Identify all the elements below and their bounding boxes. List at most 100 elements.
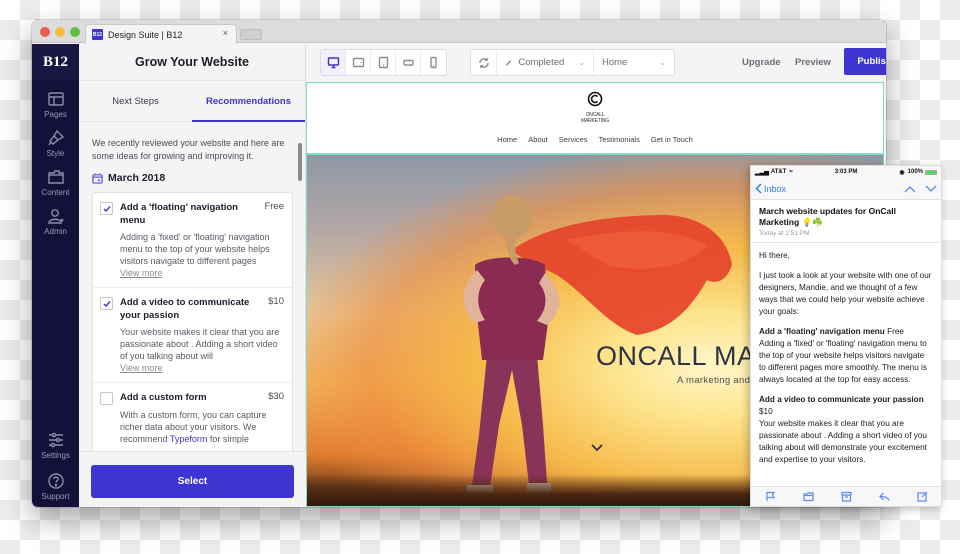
window-minimize-button[interactable]: [55, 27, 65, 37]
month-heading: March 2018: [92, 172, 293, 184]
logo-line-2: MARKETING: [581, 118, 609, 124]
archive-icon[interactable]: [840, 491, 852, 502]
panel-tabs: Next Steps Recommendations: [79, 81, 305, 122]
email-item-price: $10: [759, 407, 773, 416]
status-value: Completed: [518, 57, 565, 68]
inbox-back-button[interactable]: Inbox: [755, 183, 786, 194]
ios-nav-bar: Inbox: [751, 178, 941, 200]
site-nav-services[interactable]: Services: [559, 135, 588, 144]
editor-toolbar: Completed ⌄ Home ⌄ Upgrade Preview Publi…: [306, 44, 886, 82]
recommendations-list[interactable]: We recently reviewed your website and he…: [79, 124, 306, 451]
recommendation-title: Add a 'floating' navigation menu: [120, 202, 238, 226]
rail-item-admin[interactable]: Admin: [32, 207, 79, 236]
device-phone-portrait-button[interactable]: [421, 50, 446, 75]
pencil-icon: [506, 59, 512, 66]
email-item-title: Add a video to communicate your passion: [759, 395, 924, 404]
window-zoom-button[interactable]: [70, 27, 80, 37]
view-more-link[interactable]: View more: [100, 362, 284, 374]
page-dropdown[interactable]: Home ⌄: [594, 50, 674, 75]
panel-footer: Select: [79, 451, 306, 507]
tablet-portrait-icon: [378, 56, 388, 69]
email-body: Hi there, I just took a look at your web…: [751, 243, 941, 481]
rail-item-label: Pages: [44, 110, 67, 119]
site-nav: Home About Services Testimonials Get in …: [307, 135, 883, 144]
email-intro: I just took a look at your website with …: [759, 271, 932, 316]
reply-icon[interactable]: [878, 491, 890, 502]
carrier-label: AT&T: [770, 169, 787, 175]
rail-item-label: Support: [41, 492, 70, 501]
typeform-link[interactable]: Typeform: [170, 434, 208, 444]
email-item-body: Your website makes it clear that you are…: [759, 419, 927, 464]
device-tablet-landscape-button[interactable]: [346, 50, 371, 75]
site-nav-get-in-touch[interactable]: Get in Touch: [651, 135, 693, 144]
user-star-icon: [47, 209, 64, 224]
panel-scrollbar[interactable]: [298, 143, 302, 181]
phone-email-overlay: ▂▃▅ AT&T ≈ 3:03 PM ◉ 100% Inbox March we…: [750, 165, 942, 507]
tablet-landscape-icon: [352, 57, 364, 68]
site-logo[interactable]: ONCALL MARKETING: [581, 91, 609, 124]
chevron-down-icon[interactable]: [925, 185, 937, 193]
recommendation-description: With a custom form, you can capture rich…: [100, 409, 284, 445]
chevron-up-icon[interactable]: [904, 185, 916, 193]
device-tablet-portrait-button[interactable]: [371, 50, 396, 75]
folder-icon[interactable]: [802, 491, 814, 502]
recommendation-card: Add a 'floating' navigation menu Free Ad…: [92, 192, 293, 451]
email-item-body: Adding a 'fixed' or 'floating' navigatio…: [759, 339, 927, 384]
sliders-icon: [48, 432, 63, 448]
upgrade-link[interactable]: Upgrade: [742, 57, 781, 68]
preview-link[interactable]: Preview: [795, 57, 831, 68]
device-phone-landscape-button[interactable]: [396, 50, 421, 75]
rail-item-settings[interactable]: Settings: [32, 431, 79, 460]
rail-item-pages[interactable]: Pages: [32, 90, 79, 119]
rail-item-content[interactable]: Content: [32, 168, 79, 197]
tab-next-steps[interactable]: Next Steps: [79, 81, 192, 121]
recommendation-checkbox[interactable]: [100, 297, 113, 310]
grow-website-panel: Grow Your Website Next Steps Recommendat…: [79, 44, 306, 507]
refresh-icon: [478, 57, 489, 68]
clock-label: 3:03 PM: [834, 169, 858, 175]
ios-status-bar: ▂▃▅ AT&T ≈ 3:03 PM ◉ 100%: [751, 166, 941, 178]
rail-item-label: Settings: [41, 451, 70, 460]
page-value: Home: [602, 57, 628, 68]
b12-logo[interactable]: B12: [32, 44, 79, 80]
window-close-button[interactable]: [40, 27, 50, 37]
site-nav-about[interactable]: About: [528, 135, 548, 144]
flag-icon[interactable]: [765, 491, 776, 502]
folder-icon: [47, 170, 64, 184]
site-nav-testimonials[interactable]: Testimonials: [599, 135, 640, 144]
desktop-icon: [327, 57, 339, 69]
battery-icon: [925, 169, 937, 175]
refresh-button[interactable]: [471, 50, 497, 75]
tab-recommendations[interactable]: Recommendations: [192, 81, 305, 122]
tab-close-icon[interactable]: ×: [223, 28, 228, 38]
hero-subtitle: A marketing and: [677, 375, 751, 386]
recommendation-checkbox[interactable]: [100, 392, 113, 405]
scroll-down-chevron-icon[interactable]: [590, 443, 604, 453]
view-more-link[interactable]: View more: [100, 267, 284, 279]
browser-titlebar: B12 Design Suite | B12 ×: [32, 20, 886, 44]
recommendation-price: $10: [268, 296, 284, 307]
email-header: March website updates for OnCall Marketi…: [751, 200, 941, 243]
status-dropdown[interactable]: Completed ⌄: [497, 50, 594, 75]
select-button[interactable]: Select: [91, 465, 294, 498]
email-item: Add a 'floating' navigation menu Free Ad…: [759, 326, 933, 386]
device-desktop-button[interactable]: [321, 50, 346, 75]
rail-item-support[interactable]: Support: [32, 472, 79, 501]
browser-tab[interactable]: B12 Design Suite | B12 ×: [85, 24, 237, 44]
new-tab-button[interactable]: [240, 29, 262, 40]
email-item: Add a video to communicate your passion …: [759, 394, 933, 466]
publish-button[interactable]: Publish: [844, 48, 886, 75]
description-text: for simple: [207, 434, 249, 444]
phone-landscape-icon: [402, 59, 414, 66]
site-nav-home[interactable]: Home: [497, 135, 517, 144]
recommendation-checkbox[interactable]: [100, 202, 113, 215]
chevron-down-icon: ⌄: [659, 58, 666, 67]
check-icon: [103, 300, 111, 307]
layout-icon: [47, 92, 64, 106]
rail-item-label: Admin: [44, 227, 67, 236]
b12-favicon-icon: B12: [92, 29, 103, 40]
rail-item-style[interactable]: Style: [32, 129, 79, 158]
month-label: March 2018: [108, 172, 166, 184]
email-greeting: Hi there,: [759, 251, 790, 260]
compose-icon[interactable]: [916, 491, 928, 502]
